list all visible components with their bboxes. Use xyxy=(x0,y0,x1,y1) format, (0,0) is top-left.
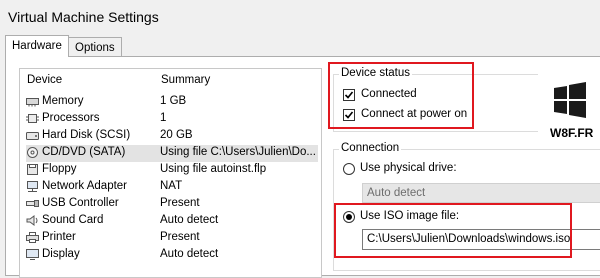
network-adapter-icon xyxy=(26,181,39,192)
w8f-logo: W8F.FR xyxy=(538,70,600,146)
hard-disk-icon xyxy=(26,130,39,141)
device-row-memory[interactable]: Memory 1 GB xyxy=(26,94,318,111)
column-header-device[interactable]: Device xyxy=(27,74,62,86)
device-row-cd-dvd[interactable]: CD/DVD (SATA) Using file C:\Users\Julien… xyxy=(26,145,318,162)
device-name: Floppy xyxy=(42,163,77,175)
device-summary: Present xyxy=(160,197,200,209)
device-row-hard-disk[interactable]: Hard Disk (SCSI) 20 GB xyxy=(26,128,318,145)
processor-icon xyxy=(26,113,39,124)
device-row-display[interactable]: Display Auto detect xyxy=(26,247,318,264)
device-name: Memory xyxy=(42,95,84,107)
highlight-box-iso xyxy=(334,203,572,258)
device-summary: 1 xyxy=(160,112,167,124)
device-summary: Present xyxy=(160,231,200,243)
device-row-printer[interactable]: Printer Present xyxy=(26,230,318,247)
device-name: Printer xyxy=(42,231,76,243)
printer-icon xyxy=(26,232,39,243)
display-icon xyxy=(26,249,39,260)
memory-icon xyxy=(26,96,39,107)
highlight-box-device-status xyxy=(328,62,474,129)
connection-label: Connection xyxy=(339,142,402,154)
column-header-summary[interactable]: Summary xyxy=(161,74,210,86)
device-name: USB Controller xyxy=(42,197,119,209)
device-row-processors[interactable]: Processors 1 xyxy=(26,111,318,128)
sound-card-icon xyxy=(26,215,39,226)
usb-controller-icon xyxy=(26,198,39,209)
device-name: Hard Disk (SCSI) xyxy=(42,129,131,141)
device-name: CD/DVD (SATA) xyxy=(42,146,126,158)
device-summary: Auto detect xyxy=(160,248,219,260)
window-title: Virtual Machine Settings xyxy=(8,9,159,25)
device-summary: Auto detect xyxy=(160,214,219,226)
device-summary: 20 GB xyxy=(160,129,193,141)
tab-options[interactable]: Options xyxy=(68,37,122,57)
tab-hardware[interactable]: Hardware xyxy=(5,35,69,57)
device-summary: 1 GB xyxy=(160,95,187,107)
device-row-usb-controller[interactable]: USB Controller Present xyxy=(26,196,318,213)
device-summary: NAT xyxy=(160,180,183,192)
device-name: Network Adapter xyxy=(42,180,128,192)
watermark-text: W8F.FR xyxy=(550,126,594,140)
physical-drive-label[interactable]: Use physical drive: xyxy=(360,162,457,174)
device-summary: Using file autoinst.flp xyxy=(160,163,267,175)
physical-drive-select[interactable]: Auto detect xyxy=(362,183,600,203)
floppy-icon xyxy=(26,164,39,175)
device-name: Sound Card xyxy=(42,214,104,226)
device-row-floppy[interactable]: Floppy Using file autoinst.flp xyxy=(26,162,318,179)
device-name: Display xyxy=(42,248,80,260)
cd-dvd-icon xyxy=(26,147,39,158)
physical-drive-radio[interactable] xyxy=(343,163,355,175)
device-row-network-adapter[interactable]: Network Adapter NAT xyxy=(26,179,318,196)
device-summary: Using file C:\Users\Julien\Do... xyxy=(160,146,316,158)
windows-logo-icon xyxy=(554,82,586,118)
device-row-sound-card[interactable]: Sound Card Auto detect xyxy=(26,213,318,230)
device-name: Processors xyxy=(42,112,100,124)
